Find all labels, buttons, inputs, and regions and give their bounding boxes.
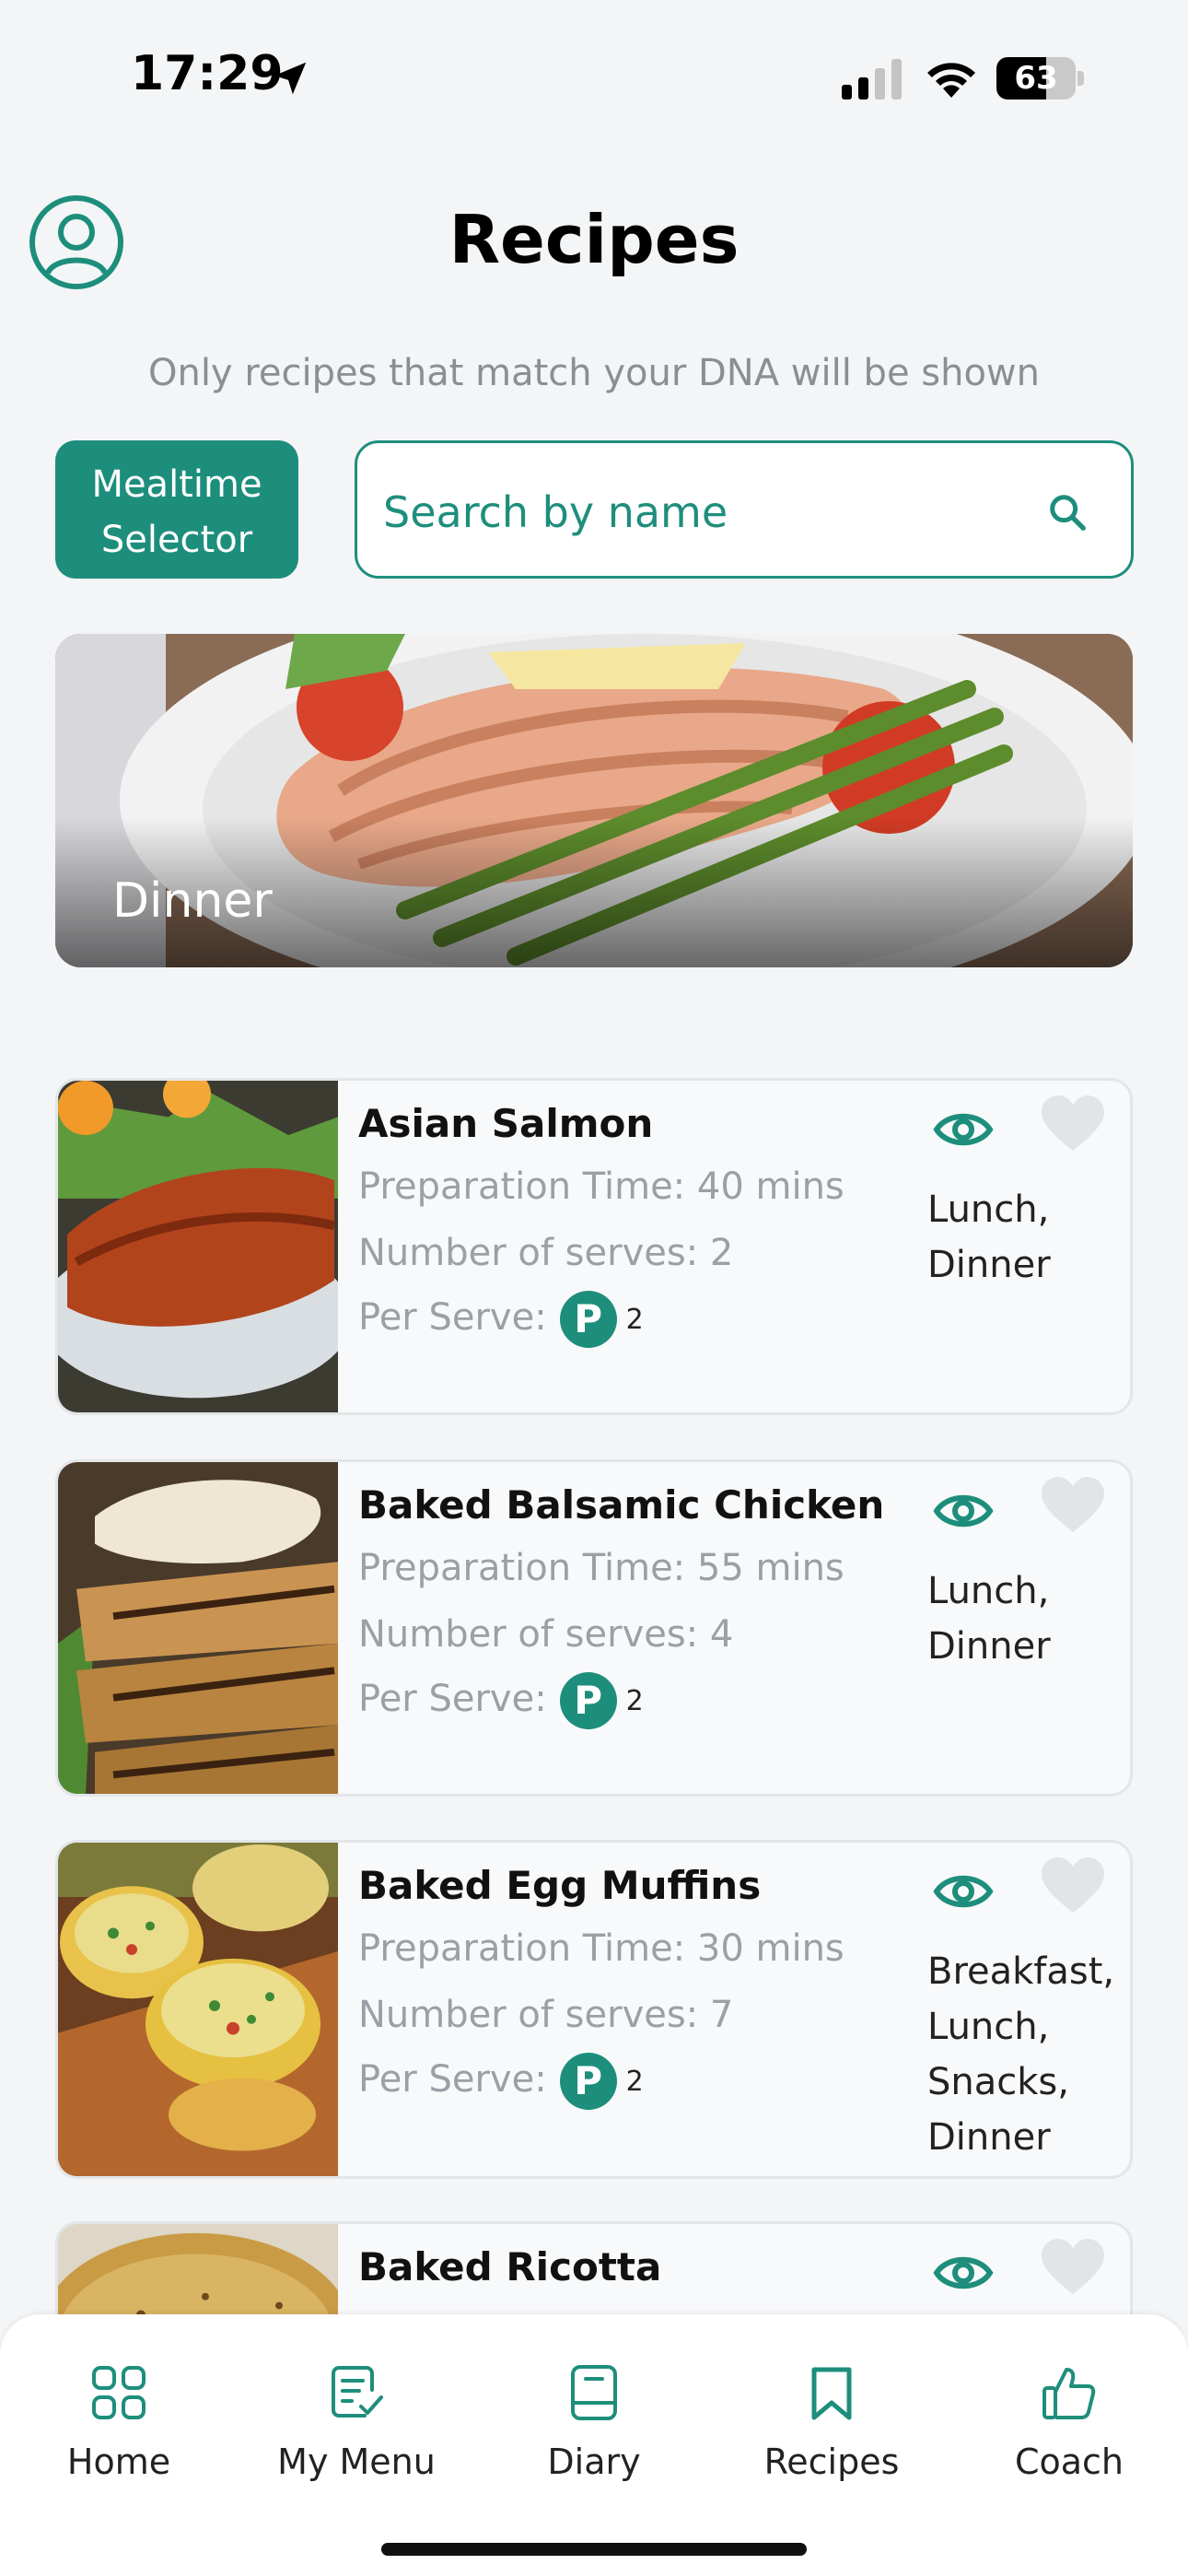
dna-filter-note: Only recipes that match your DNA will be… (147, 352, 1040, 394)
eye-icon[interactable] (933, 1099, 994, 1160)
meal-types: Breakfast, Lunch, Snacks, Dinner (927, 1944, 1114, 2165)
tab-diary-label: Diary (547, 2441, 641, 2482)
recipe-prep-time: Preparation Time: 40 mins (358, 1165, 844, 1208)
status-time: 17:29 (131, 46, 284, 101)
bookmark-icon (811, 2367, 852, 2420)
thumbs-up-icon (1042, 2368, 1096, 2419)
recipe-image (58, 1843, 338, 2176)
recipe-prep-time: Preparation Time: 30 mins (358, 1927, 844, 1970)
recipe-serves: Number of serves: 2 (358, 1232, 734, 1274)
meal-type: Breakfast, (927, 1950, 1115, 1993)
location-arrow-icon (274, 62, 307, 95)
meal-types: Lunch, Dinner (927, 1182, 1051, 1293)
mealtime-selector-line1: Mealtime (91, 463, 262, 506)
recipe-per-serve: Per Serve: P 2 (358, 2053, 644, 2110)
page-title: Recipes (448, 201, 740, 278)
recipe-per-serve: Per Serve: P 2 (358, 1672, 644, 1729)
tab-recipes[interactable]: Recipes (730, 2362, 933, 2510)
mealtime-selector-line2: Selector (100, 519, 253, 561)
recipe-title: Baked Egg Muffins (358, 1863, 762, 1908)
heart-icon[interactable] (1040, 1475, 1106, 1536)
recipe-image (58, 1081, 338, 1412)
mealtime-hero-banner[interactable]: Dinner (55, 634, 1133, 967)
search-input[interactable] (383, 480, 1028, 544)
per-serve-label: Per Serve: (358, 1678, 547, 1720)
tab-coach[interactable]: Coach (968, 2362, 1171, 2510)
wifi-icon (927, 63, 975, 98)
meal-type: Snacks, (927, 2061, 1069, 2103)
tab-coach-label: Coach (1014, 2441, 1124, 2482)
mealtime-selector-button[interactable]: Mealtime Selector (55, 440, 298, 579)
protein-count: 2 (625, 1684, 644, 1717)
heart-icon[interactable] (1040, 1856, 1106, 1916)
cellular-signal-icon (842, 59, 902, 100)
recipe-card[interactable]: Baked Balsamic Chicken Preparation Time:… (55, 1459, 1133, 1797)
grid-icon (92, 2366, 146, 2419)
hero-label: Dinner (112, 873, 273, 929)
diary-icon (571, 2365, 617, 2420)
meal-type: Lunch, (927, 1188, 1050, 1231)
protein-badge: P (559, 1672, 617, 1729)
recipe-title: Baked Ricotta (358, 2244, 662, 2289)
meal-type: Dinner (927, 1625, 1051, 1668)
battery-icon: 63 (996, 57, 1085, 100)
protein-count: 2 (625, 1303, 644, 1336)
eye-icon[interactable] (933, 1861, 994, 1922)
menu-edit-icon (332, 2366, 383, 2418)
eye-icon[interactable] (933, 2242, 994, 2303)
battery-level: 63 (1014, 60, 1058, 97)
bottom-tab-bar: Home My Menu Diary Recipes Coach (0, 2314, 1188, 2576)
meal-types: Lunch, Dinner (927, 1563, 1051, 1674)
tab-home[interactable]: Home (17, 2362, 220, 2510)
meal-type: Lunch, (927, 1570, 1050, 1612)
meal-type: Dinner (927, 2116, 1051, 2159)
recipe-image (58, 1462, 338, 1794)
status-bar: 17:29 63 (0, 0, 1188, 157)
recipe-card[interactable]: Asian Salmon Preparation Time: 40 mins N… (55, 1078, 1133, 1415)
tab-diary[interactable]: Diary (493, 2362, 695, 2510)
recipe-serves: Number of serves: 7 (358, 1994, 734, 2036)
recipe-serves: Number of serves: 4 (358, 1613, 734, 1656)
heart-icon[interactable] (1040, 2237, 1106, 2298)
protein-badge: P (559, 1291, 617, 1348)
recipe-per-serve: Per Serve: P 2 (358, 1291, 644, 1348)
per-serve-label: Per Serve: (358, 2058, 547, 2101)
tab-home-label: Home (66, 2441, 171, 2482)
protein-badge: P (559, 2053, 617, 2110)
recipe-title: Asian Salmon (358, 1101, 654, 1146)
per-serve-label: Per Serve: (358, 1296, 547, 1339)
tab-my-menu-label: My Menu (277, 2441, 436, 2482)
recipe-title: Baked Balsamic Chicken (358, 1482, 885, 1528)
tab-my-menu[interactable]: My Menu (255, 2362, 458, 2510)
meal-type: Dinner (927, 1244, 1051, 1286)
tab-recipes-label: Recipes (763, 2441, 900, 2482)
heart-icon[interactable] (1040, 1094, 1106, 1154)
home-indicator (381, 2543, 807, 2556)
recipe-prep-time: Preparation Time: 55 mins (358, 1547, 844, 1589)
meal-type: Lunch, (927, 2006, 1050, 2048)
search-field[interactable] (355, 440, 1134, 579)
eye-icon[interactable] (933, 1481, 994, 1541)
protein-count: 2 (625, 2065, 644, 2098)
recipe-card[interactable]: Baked Egg Muffins Preparation Time: 30 m… (55, 1840, 1133, 2179)
search-icon[interactable] (1046, 491, 1089, 533)
